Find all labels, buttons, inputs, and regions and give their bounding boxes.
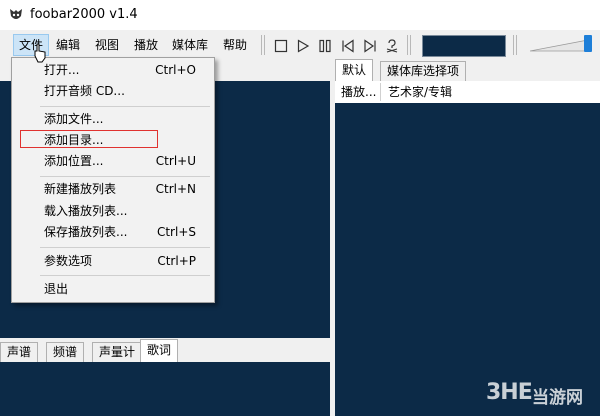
file-menu-dropdown: 打开... Ctrl+O 打开音频 CD... 添加文件... 添加目录... … bbox=[11, 57, 215, 303]
toolbar-separator bbox=[410, 35, 411, 55]
tab-spectrogram[interactable]: 声谱 bbox=[0, 342, 39, 362]
column-header: 播放... 艺术家/专辑 bbox=[335, 81, 600, 104]
stop-icon[interactable] bbox=[273, 38, 289, 54]
tab-default[interactable]: 默认 bbox=[335, 59, 374, 82]
menu-item-add-files[interactable]: 添加文件... bbox=[12, 108, 214, 130]
column-artist-album[interactable]: 艺术家/专辑 bbox=[384, 81, 452, 103]
visualization-box[interactable] bbox=[422, 35, 506, 57]
column-playing[interactable]: 播放... bbox=[337, 81, 376, 103]
foobar-logo-icon bbox=[10, 9, 22, 19]
tab-lyrics[interactable]: 歌词 bbox=[140, 339, 179, 362]
menu-bar: 文件 编辑 视图 播放 媒体库 帮助 bbox=[0, 30, 600, 59]
random-icon[interactable] bbox=[384, 38, 400, 54]
menu-item-label: 新建播放列表 bbox=[44, 182, 117, 196]
tab-peak-meter[interactable]: 声量计 bbox=[92, 342, 143, 362]
menu-item-label: 打开... bbox=[44, 63, 80, 77]
annotation-highlight-box bbox=[20, 130, 158, 148]
play-icon[interactable] bbox=[295, 38, 311, 54]
menu-edit[interactable]: 编辑 bbox=[51, 35, 85, 55]
menu-item-shortcut: Ctrl+U bbox=[155, 154, 196, 168]
toolbar-separator bbox=[516, 35, 517, 55]
menu-separator bbox=[40, 247, 210, 248]
menu-item-label: 添加位置... bbox=[44, 154, 104, 168]
menu-item-label: 打开音频 CD... bbox=[44, 84, 125, 98]
menu-item-add-location[interactable]: 添加位置... Ctrl+U bbox=[12, 150, 214, 172]
right-tab-strip: 默认 媒体库选择项 bbox=[335, 59, 600, 82]
previous-icon[interactable] bbox=[340, 38, 356, 54]
title-bar: foobar2000 v1.4 bbox=[0, 0, 600, 30]
watermark-text: 当游网 bbox=[532, 388, 583, 408]
bottom-tab-strip: 声谱 频谱 声量计 歌词 bbox=[0, 338, 330, 362]
menu-playback[interactable]: 播放 bbox=[129, 35, 163, 55]
watermark: 3HE 当游网 bbox=[486, 378, 598, 410]
visualization-panel bbox=[0, 362, 330, 416]
menu-item-label: 保存播放列表... bbox=[44, 225, 128, 239]
menu-item-preferences[interactable]: 参数选项 Ctrl+P bbox=[12, 250, 214, 272]
toolbar-separator bbox=[264, 35, 265, 55]
volume-slider[interactable] bbox=[530, 38, 590, 52]
menu-separator bbox=[40, 106, 210, 107]
menu-item-exit[interactable]: 退出 bbox=[12, 278, 214, 300]
tab-library-selection[interactable]: 媒体库选择项 bbox=[380, 61, 467, 81]
menu-item-label: 退出 bbox=[44, 282, 69, 296]
menu-item-label: 载入播放列表... bbox=[44, 204, 128, 218]
playlist-list[interactable] bbox=[335, 103, 600, 416]
menu-separator bbox=[40, 275, 210, 276]
menu-item-shortcut: Ctrl+S bbox=[156, 225, 196, 239]
menu-item-label: 参数选项 bbox=[44, 254, 93, 268]
menu-item-label: 添加文件... bbox=[44, 112, 104, 126]
column-divider[interactable] bbox=[380, 83, 381, 101]
window-title: foobar2000 v1.4 bbox=[30, 7, 138, 22]
volume-slider-thumb[interactable] bbox=[584, 35, 592, 52]
menu-item-new-playlist[interactable]: 新建播放列表 Ctrl+N bbox=[12, 178, 214, 200]
watermark-logo: 3HE bbox=[486, 380, 533, 405]
mouse-cursor-icon bbox=[34, 43, 46, 63]
menu-help[interactable]: 帮助 bbox=[218, 35, 252, 55]
menu-item-shortcut: Ctrl+P bbox=[157, 254, 196, 268]
menu-view[interactable]: 视图 bbox=[90, 35, 124, 55]
menu-item-shortcut: Ctrl+N bbox=[155, 182, 196, 196]
toolbar-separator bbox=[513, 35, 514, 55]
menu-item-load-playlist[interactable]: 载入播放列表... bbox=[12, 200, 214, 222]
menu-item-shortcut: Ctrl+O bbox=[155, 63, 196, 77]
toolbar-separator bbox=[407, 35, 408, 55]
pause-icon[interactable] bbox=[317, 38, 333, 54]
tab-spectrum[interactable]: 频谱 bbox=[46, 342, 85, 362]
next-icon[interactable] bbox=[362, 38, 378, 54]
toolbar-separator bbox=[261, 35, 262, 55]
menu-library[interactable]: 媒体库 bbox=[167, 35, 213, 55]
menu-item-open-audio-cd[interactable]: 打开音频 CD... bbox=[12, 80, 214, 102]
menu-separator bbox=[40, 176, 210, 177]
menu-item-save-playlist[interactable]: 保存播放列表... Ctrl+S bbox=[12, 221, 214, 243]
